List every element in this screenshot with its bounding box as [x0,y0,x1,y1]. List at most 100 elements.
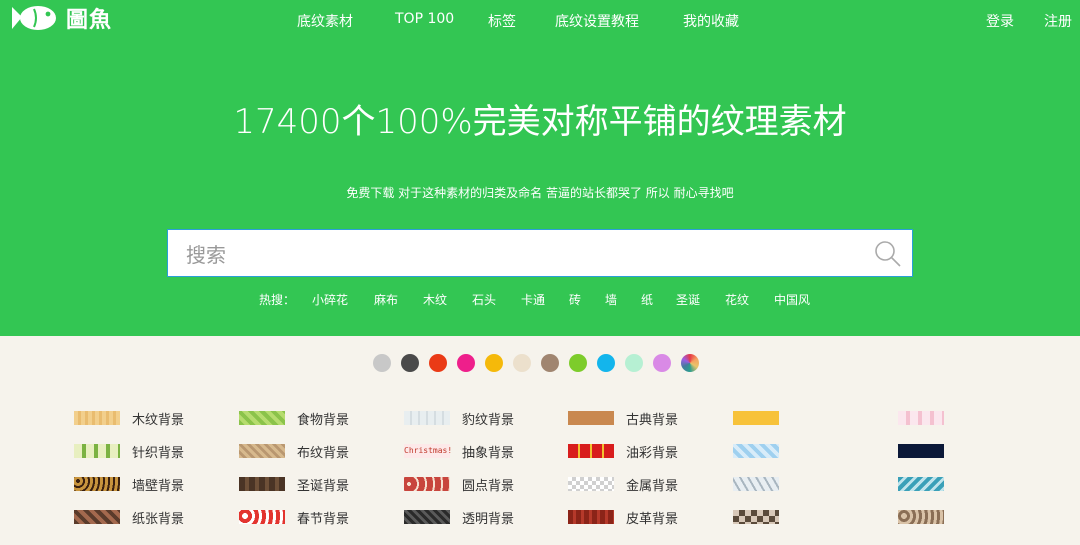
category-thumbnail [74,477,120,491]
category-label: 透明背景 [462,511,515,527]
category-item[interactable]: 油彩背景 [568,441,678,461]
hot-tag[interactable]: 花纹 [725,291,749,308]
category-thumbnail [404,411,450,425]
category-thumbnail [898,444,944,458]
category-label: 针织背景 [132,445,185,461]
category-thumbnail [404,477,450,491]
category-thumbnail [74,444,120,458]
category-item[interactable]: 豹纹背景 [404,408,514,428]
category-label: 木纹背景 [132,412,185,428]
category-item[interactable]: 圣诞背景 [239,474,349,494]
hot-searches: 热搜： 小碎花 麻布 木纹 石头 卡通 砖 墙 纸 圣诞 花纹 中国风 [0,291,1080,309]
category-item[interactable]: 布纹背景 [239,441,349,461]
nav-item-top100[interactable]: TOP 100 [395,11,454,27]
login-link[interactable]: 登录 [986,11,1014,31]
nav-item-patterns[interactable]: 底纹素材 [297,11,353,31]
category-thumbnail [404,510,450,524]
hot-tag[interactable]: 圣诞 [676,291,700,308]
color-swatch-mint[interactable] [625,354,643,372]
category-label: 圣诞背景 [297,478,350,494]
category-item[interactable]: 食物背景 [239,408,349,428]
hot-tag[interactable]: 木纹 [423,291,447,308]
nav-item-tags[interactable]: 标签 [488,11,516,31]
category-item[interactable]: 纸张背景 [74,507,184,527]
category-thumbnail [74,411,120,425]
category-thumbnail [733,411,779,425]
hot-tag[interactable]: 纸 [641,291,653,308]
color-filter [0,354,1080,374]
category-item[interactable] [898,474,956,494]
category-label: 圆点背景 [462,478,515,494]
category-item[interactable]: 针织背景 [74,441,184,461]
category-thumbnail [74,510,120,524]
hot-tag[interactable]: 砖 [569,291,581,308]
category-item[interactable]: 皮革背景 [568,507,678,527]
category-thumbnail [239,444,285,458]
category-thumbnail [733,444,779,458]
page-subtitle: 免费下载 对于这种素材的归类及命名 苦逼的站长都哭了 所以 耐心寻找吧 [346,186,734,200]
color-swatch-green[interactable] [569,354,587,372]
category-item[interactable]: 春节背景 [239,507,349,527]
category-item[interactable]: 古典背景 [568,408,678,428]
category-label: 布纹背景 [297,445,350,461]
category-label: 春节背景 [297,511,350,527]
category-thumbnail [898,510,944,524]
category-thumbnail [568,411,614,425]
category-thumbnail [239,510,285,524]
hot-tag[interactable]: 卡通 [521,291,545,308]
category-label: 金属背景 [626,478,679,494]
color-swatch-pink[interactable] [457,354,475,372]
page-headline: 17400个100%完美对称平铺的纹理素材 [233,102,847,142]
category-thumbnail [568,477,614,491]
category-item[interactable]: Christmas! 抽象背景 [404,441,514,461]
category-thumbnail [239,477,285,491]
category-item[interactable]: 木纹背景 [74,408,184,428]
search-icon[interactable] [874,240,902,268]
hot-tag[interactable]: 墙 [605,291,617,308]
color-swatch-red[interactable] [429,354,447,372]
hero-banner: 圖魚 底纹素材 TOP 100 标签 底纹设置教程 我的收藏 登录 注册 174… [0,0,1080,336]
hot-tag[interactable]: 小碎花 [312,291,348,308]
category-item[interactable] [898,441,956,461]
category-thumbnail: Christmas! [404,444,452,458]
category-label: 古典背景 [626,412,679,428]
hot-tag[interactable]: 麻布 [374,291,398,308]
category-label: 皮革背景 [626,511,679,527]
category-thumbnail [898,477,944,491]
category-label: 墙壁背景 [132,478,185,494]
color-swatch-rainbow[interactable] [681,354,699,372]
category-label: 抽象背景 [462,445,515,461]
category-item[interactable] [733,441,791,461]
category-label: 纸张背景 [132,511,185,527]
category-item[interactable] [733,408,791,428]
category-thumbnail [898,411,944,425]
color-swatch-brown[interactable] [541,354,559,372]
nav-item-tutorial[interactable]: 底纹设置教程 [555,11,639,31]
color-swatch-beige[interactable] [513,354,531,372]
search-input[interactable] [184,240,868,270]
main-nav: 底纹素材 TOP 100 标签 底纹设置教程 我的收藏 登录 注册 [0,11,1080,33]
category-thumbnail [568,510,614,524]
category-label: 食物背景 [297,412,350,428]
category-item[interactable]: 圆点背景 [404,474,514,494]
nav-item-favorites[interactable]: 我的收藏 [683,11,739,31]
category-thumbnail [568,444,614,458]
hot-tag[interactable]: 石头 [472,291,496,308]
category-item[interactable]: 金属背景 [568,474,678,494]
category-item[interactable] [898,408,956,428]
color-swatch-blue[interactable] [597,354,615,372]
color-swatch-gray[interactable] [373,354,391,372]
color-swatch-black[interactable] [401,354,419,372]
hot-tag[interactable]: 中国风 [774,291,810,308]
category-label: 油彩背景 [626,445,679,461]
color-swatch-yellow[interactable] [485,354,503,372]
category-item[interactable] [733,474,791,494]
category-item[interactable] [898,507,956,527]
register-link[interactable]: 注册 [1044,11,1072,31]
search-box [167,229,913,277]
category-item[interactable]: 墙壁背景 [74,474,184,494]
category-item[interactable]: 透明背景 [404,507,514,527]
category-item[interactable] [733,507,791,527]
hot-searches-label: 热搜： [259,293,296,307]
color-swatch-purple[interactable] [653,354,671,372]
